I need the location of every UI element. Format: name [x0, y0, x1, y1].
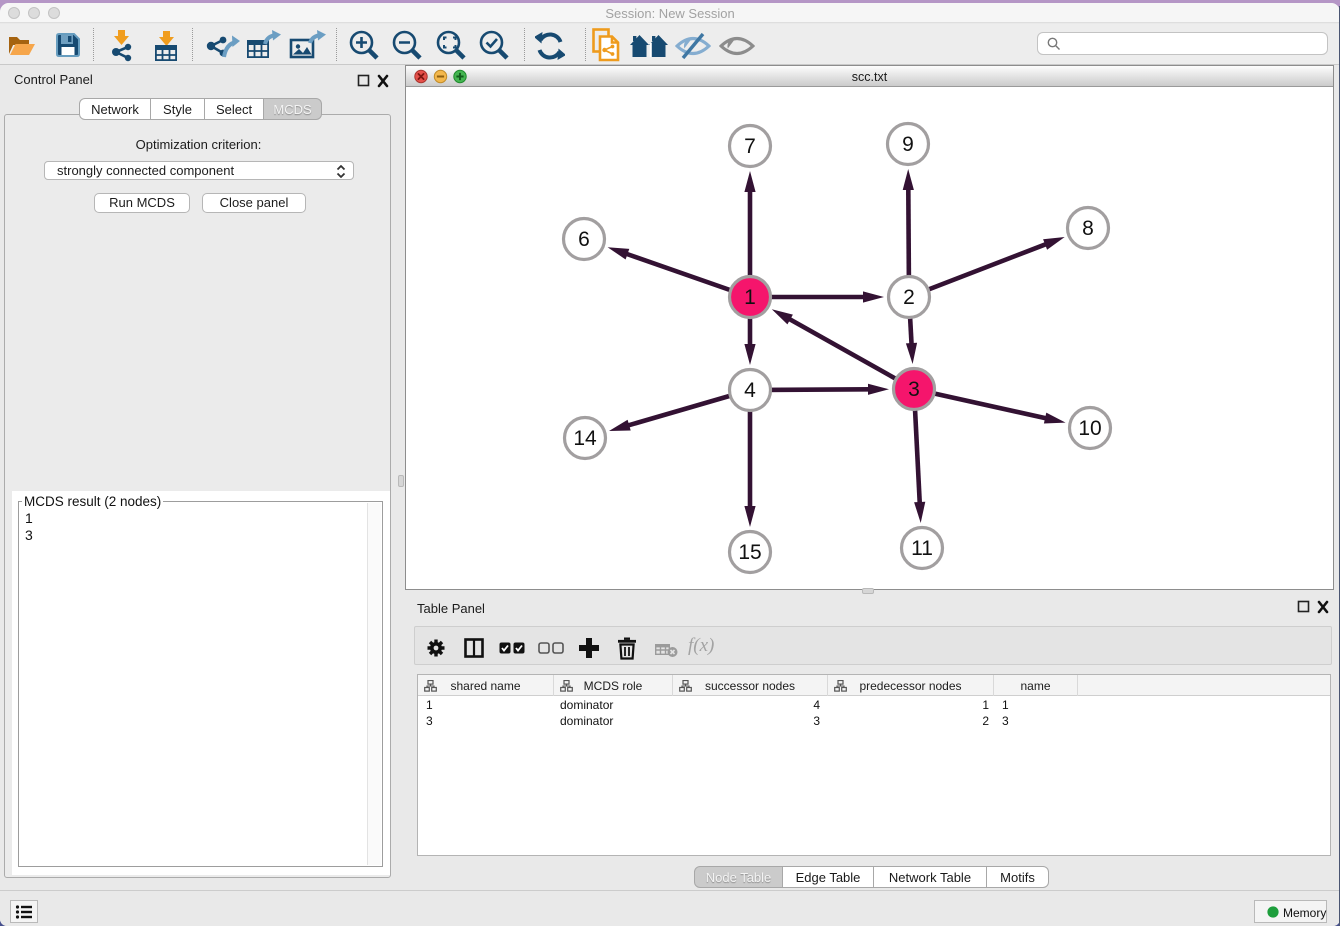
- svg-text:8: 8: [1082, 217, 1094, 240]
- svg-text:1: 1: [744, 286, 756, 309]
- svg-text:11: 11: [911, 537, 933, 560]
- svg-text:4: 4: [744, 379, 756, 402]
- svg-text:9: 9: [902, 133, 914, 156]
- svg-text:7: 7: [744, 135, 756, 158]
- svg-text:10: 10: [1078, 417, 1101, 440]
- svg-text:15: 15: [738, 541, 761, 564]
- svg-text:6: 6: [578, 228, 590, 251]
- svg-text:14: 14: [573, 427, 597, 450]
- svg-text:3: 3: [908, 378, 920, 401]
- svg-text:2: 2: [903, 286, 915, 309]
